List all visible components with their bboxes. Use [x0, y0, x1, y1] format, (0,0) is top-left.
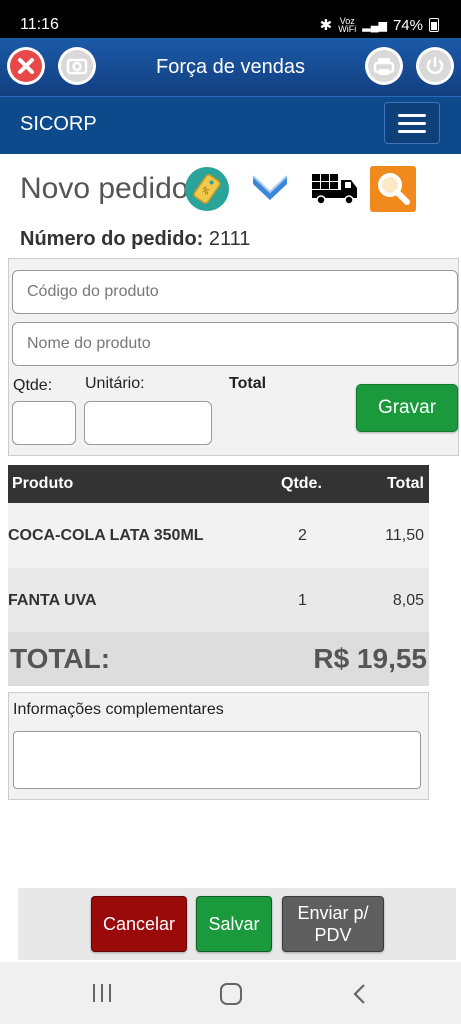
battery-percent: 74%: [392, 16, 423, 34]
qty-input[interactable]: [12, 401, 76, 445]
additional-info-textarea[interactable]: [13, 731, 421, 789]
status-icons: ✱ Voz WiFi ▂▄▆ 74%: [320, 16, 439, 34]
delivery-truck-icon: [312, 174, 357, 205]
price-tag-icon: %: [185, 167, 229, 211]
row-product: FANTA UVA: [8, 591, 97, 609]
status-bar: 11:16 ✱ Voz WiFi ▂▄▆ 74%: [0, 0, 461, 38]
send-to-pdv-button[interactable]: Enviar p/ PDV: [282, 896, 384, 952]
app-bar: Força de vendas: [0, 38, 461, 96]
chevron-down-icon: [252, 175, 288, 200]
wifi-label: WiFi: [338, 24, 357, 34]
brand-label[interactable]: SICORP: [20, 113, 97, 136]
header-qty: Qtde.: [281, 475, 322, 492]
product-code-input[interactable]: [12, 270, 458, 314]
printer-icon: [368, 50, 400, 82]
header-product: Produto: [12, 475, 74, 492]
page-title: Novo pedido: [20, 172, 189, 205]
hamburger-icon: [398, 121, 426, 125]
items-table-header: Produto Qtde. Total: [8, 465, 429, 503]
row-product: COCA-COLA LATA 350ML: [8, 526, 204, 544]
row-qty: 2: [298, 526, 307, 544]
unit-price-input[interactable]: [84, 401, 212, 445]
status-time: 11:16: [20, 16, 59, 33]
power-icon: [419, 50, 451, 82]
header-total: Total: [386, 475, 424, 492]
network-indicator: Voz WiFi: [338, 17, 357, 34]
order-number-label: Número do pedido:: [20, 228, 204, 250]
order-number-value: 2111: [208, 228, 251, 250]
send-label-line2: PDV: [314, 925, 352, 945]
grand-total-label: TOTAL:: [10, 643, 111, 674]
expand-button[interactable]: [250, 170, 290, 206]
system-navigation-bar: [0, 962, 461, 1024]
item-total-label: Total: [229, 375, 267, 392]
grand-total-row: TOTAL: R$ 19,55: [8, 632, 429, 686]
table-row[interactable]: FANTA UVA 1 8,05: [8, 568, 429, 633]
additional-info-label: Informações complementares: [13, 701, 224, 718]
order-number: Número do pedido: 2111: [20, 228, 250, 251]
search-button[interactable]: [370, 166, 416, 212]
cancel-button[interactable]: Cancelar: [91, 896, 187, 952]
power-button[interactable]: [416, 47, 454, 85]
recent-apps-icon[interactable]: [90, 982, 114, 1004]
delivery-button[interactable]: [310, 168, 360, 208]
back-icon[interactable]: [350, 982, 370, 1006]
hamburger-icon: [398, 129, 426, 133]
battery-icon: [429, 18, 439, 32]
unit-price-label: Unitário:: [85, 375, 145, 392]
price-tag-button[interactable]: %: [184, 166, 230, 212]
bluetooth-icon: ✱: [319, 17, 333, 34]
grand-total-value: R$ 19,55: [313, 643, 427, 674]
search-icon: [378, 173, 410, 205]
send-label-line1: Enviar p/: [297, 903, 369, 923]
product-name-input[interactable]: [12, 322, 458, 366]
print-button[interactable]: [365, 47, 403, 85]
row-total: 8,05: [392, 591, 424, 609]
table-row[interactable]: COCA-COLA LATA 350ML 2 11,50: [8, 503, 429, 568]
nav-bar: SICORP: [0, 96, 461, 154]
save-order-button[interactable]: Salvar: [196, 896, 272, 952]
qty-label: Qtde:: [13, 377, 53, 394]
additional-info-panel: Informações complementares: [8, 692, 429, 800]
menu-button[interactable]: [384, 102, 440, 144]
save-item-button[interactable]: Gravar: [356, 384, 458, 432]
row-total: 11,50: [385, 526, 424, 544]
footer-actions: Cancelar Salvar Enviar p/ PDV: [18, 888, 456, 960]
hamburger-icon: [398, 113, 426, 117]
home-icon[interactable]: [218, 981, 244, 1007]
signal-icon: ▂▄▆: [362, 19, 387, 32]
row-qty: 1: [298, 591, 307, 609]
